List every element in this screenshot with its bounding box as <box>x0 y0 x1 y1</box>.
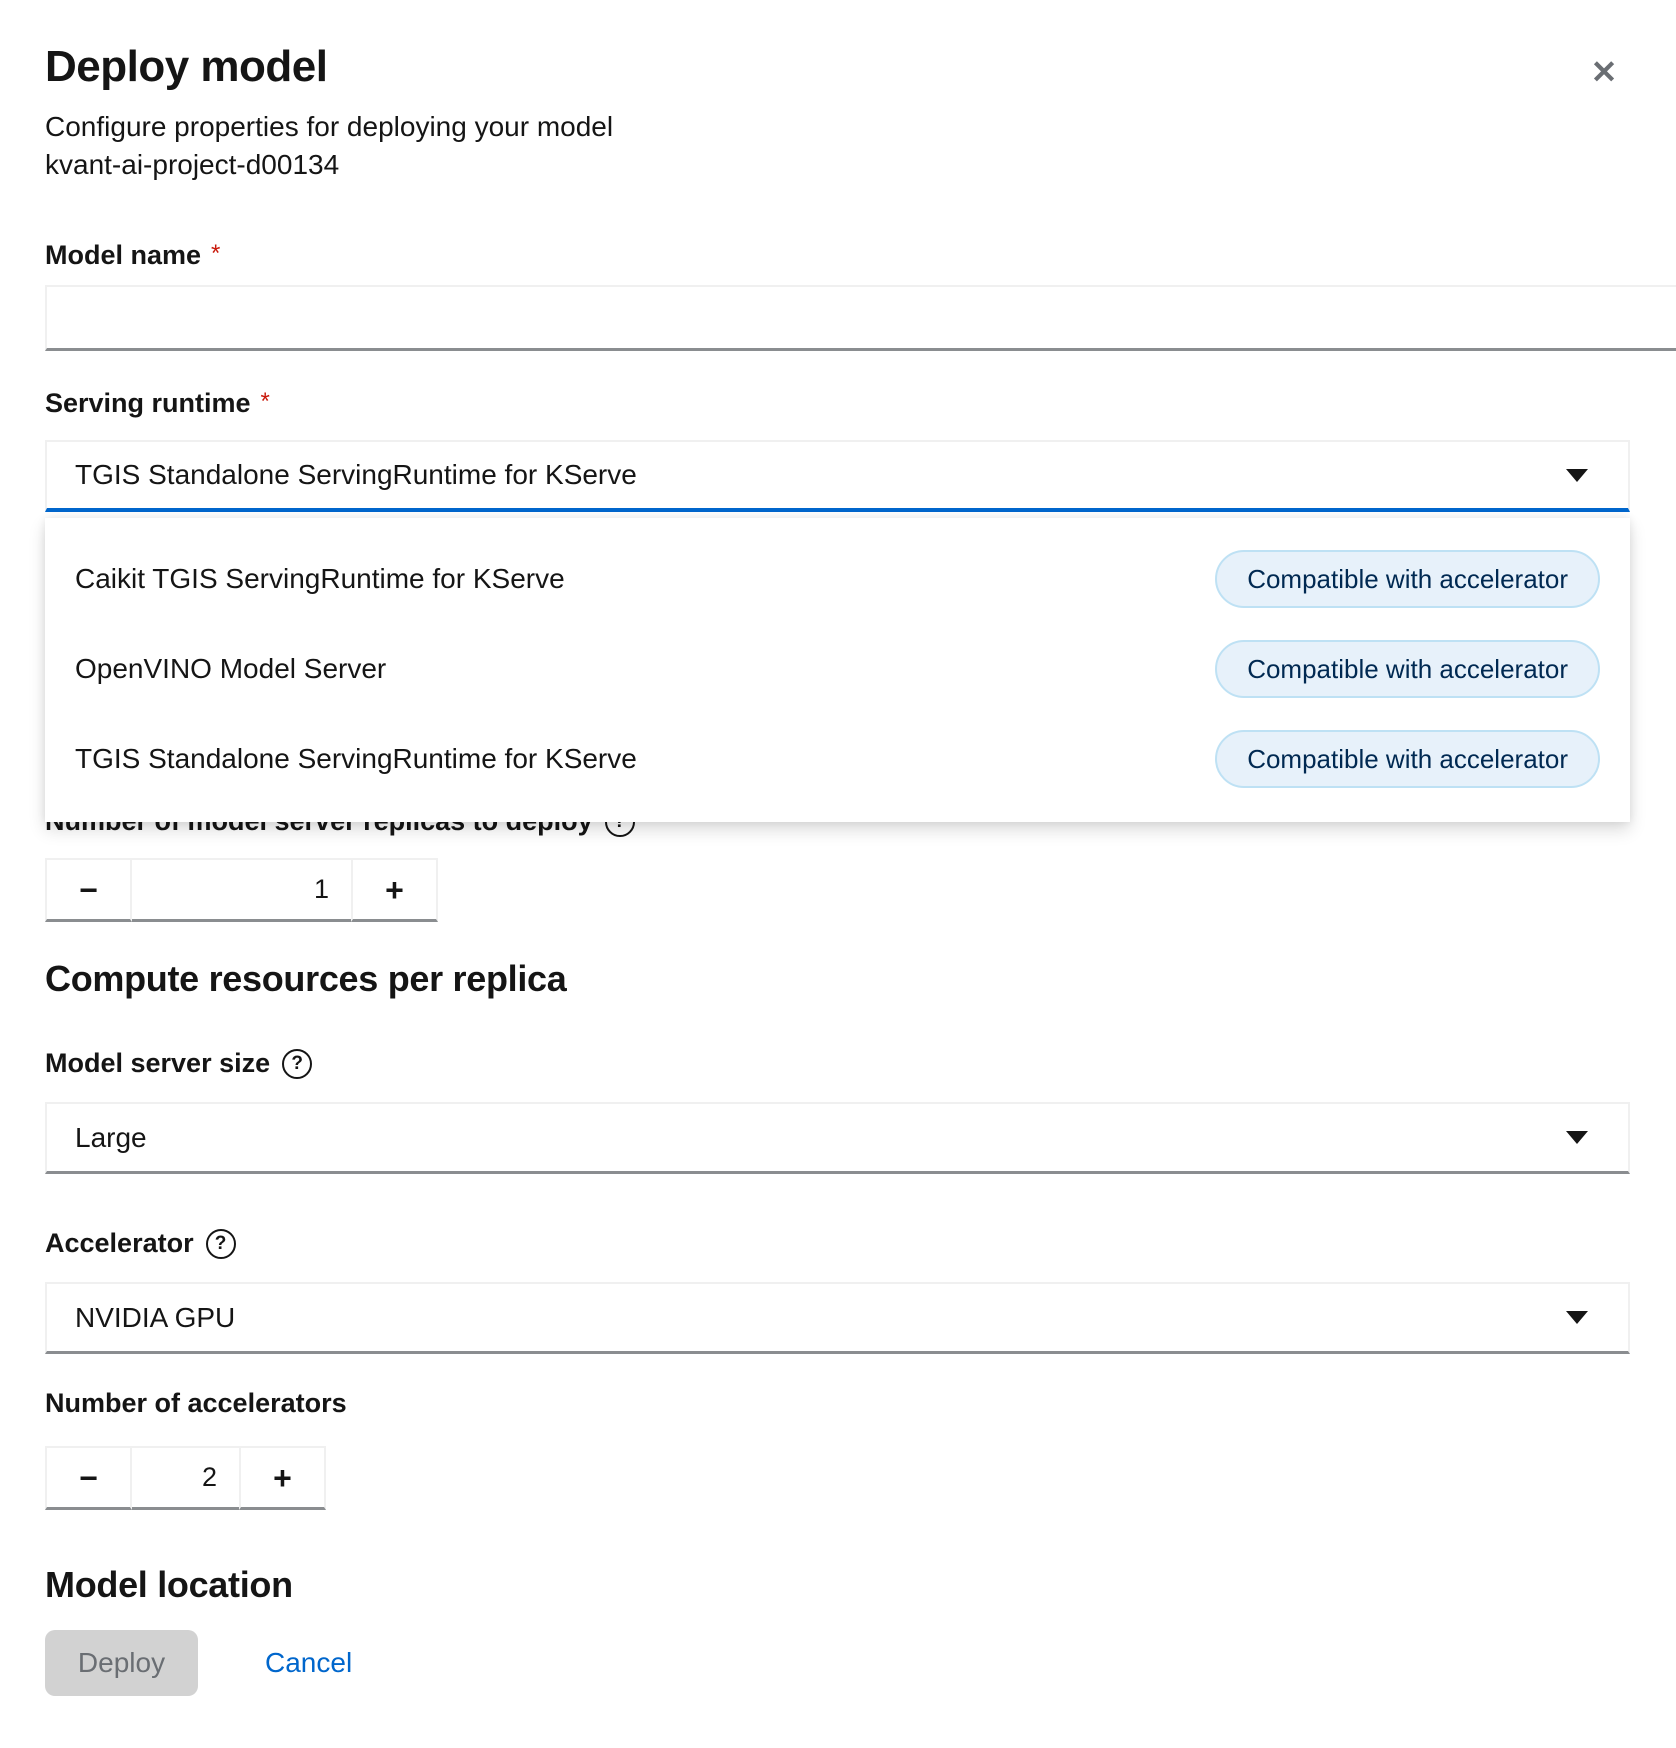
replicas-stepper: − + <box>45 858 1630 922</box>
accelerator-count-input[interactable] <box>132 1446 239 1510</box>
serving-runtime-selected-value: TGIS Standalone ServingRuntime for KServ… <box>75 459 637 491</box>
page-title: Deploy model <box>45 42 1630 92</box>
minus-button[interactable]: − <box>45 858 132 922</box>
accelerator-selected-value: NVIDIA GPU <box>75 1302 235 1334</box>
help-icon[interactable]: ? <box>282 1049 312 1079</box>
model-server-size-selected-value: Large <box>75 1122 147 1154</box>
help-icon[interactable]: ? <box>206 1229 236 1259</box>
accelerator-count-label: Number of accelerators <box>45 1388 347 1419</box>
accelerator-label: Accelerator <box>45 1228 194 1259</box>
menu-item-label: Caikit TGIS ServingRuntime for KServe <box>75 563 565 595</box>
minus-button[interactable]: − <box>45 1446 132 1510</box>
menu-item-tgis-standalone[interactable]: TGIS Standalone ServingRuntime for KServ… <box>45 714 1630 804</box>
serving-runtime-select[interactable]: TGIS Standalone ServingRuntime for KServ… <box>45 440 1630 512</box>
menu-item-caikit-tgis[interactable]: Caikit TGIS ServingRuntime for KServe Co… <box>45 534 1630 624</box>
caret-down-icon <box>1566 1131 1588 1144</box>
compatible-accelerator-badge: Compatible with accelerator <box>1215 640 1600 698</box>
serving-runtime-label-row: Serving runtime * <box>45 388 1630 419</box>
accelerator-label-row: Accelerator ? <box>45 1228 1630 1259</box>
modal-description-line1: Configure properties for deploying your … <box>45 108 1630 146</box>
serving-runtime-dropdown-menu: Caikit TGIS ServingRuntime for KServe Co… <box>45 518 1630 822</box>
cancel-button[interactable]: Cancel <box>265 1647 352 1679</box>
accelerator-count-stepper: − + <box>45 1446 1630 1510</box>
modal-actions: Deploy Cancel <box>45 1630 1630 1696</box>
model-name-label-row: Model name * <box>45 240 1630 271</box>
accelerator-count-label-row: Number of accelerators <box>45 1388 1630 1419</box>
plus-button[interactable]: + <box>351 858 438 922</box>
deploy-button[interactable]: Deploy <box>45 1630 198 1696</box>
model-server-size-select[interactable]: Large <box>45 1102 1630 1174</box>
caret-down-icon <box>1566 1311 1588 1324</box>
menu-item-label: TGIS Standalone ServingRuntime for KServ… <box>75 743 637 775</box>
menu-item-openvino[interactable]: OpenVINO Model Server Compatible with ac… <box>45 624 1630 714</box>
plus-button[interactable]: + <box>239 1446 326 1510</box>
model-location-heading: Model location <box>45 1564 1630 1606</box>
modal-description: Configure properties for deploying your … <box>45 108 1630 182</box>
compatible-accelerator-badge: Compatible with accelerator <box>1215 550 1600 608</box>
model-name-input[interactable] <box>45 285 1676 351</box>
replicas-count-input[interactable] <box>132 858 351 922</box>
compatible-accelerator-badge: Compatible with accelerator <box>1215 730 1600 788</box>
serving-runtime-label: Serving runtime <box>45 388 251 419</box>
modal-description-line2: kvant-ai-project-d00134 <box>45 146 1630 182</box>
deploy-model-modal: ✕ Deploy model Configure properties for … <box>0 0 1676 1748</box>
model-name-label: Model name <box>45 240 201 271</box>
caret-down-icon <box>1566 469 1588 482</box>
required-asterisk: * <box>211 240 220 268</box>
accelerator-select[interactable]: NVIDIA GPU <box>45 1282 1630 1354</box>
model-server-size-label: Model server size <box>45 1048 270 1079</box>
model-server-size-label-row: Model server size ? <box>45 1048 1630 1079</box>
required-asterisk: * <box>261 388 270 416</box>
compute-resources-heading: Compute resources per replica <box>45 958 1630 1000</box>
menu-item-label: OpenVINO Model Server <box>75 653 386 685</box>
